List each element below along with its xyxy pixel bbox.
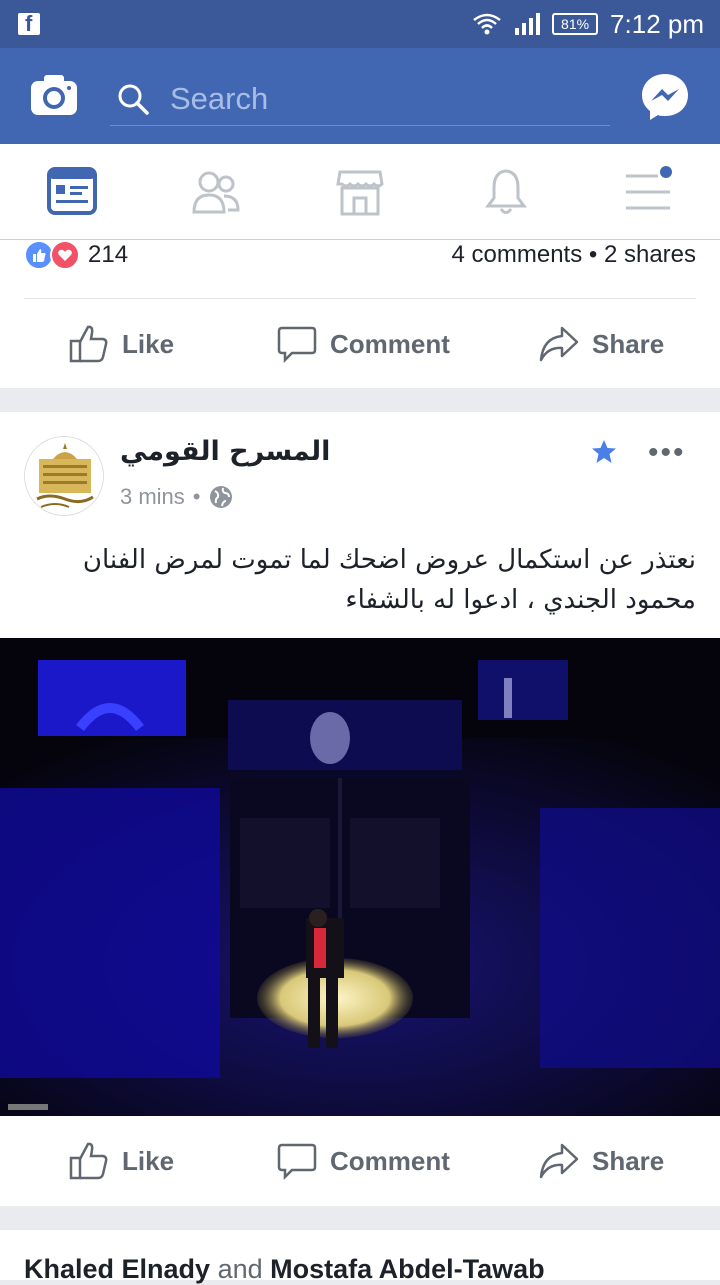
love-reaction-icon	[50, 240, 80, 270]
comment-icon	[277, 326, 317, 364]
post-text-line: نعتذر عن استكمال عروض اضحك لما تموت لمرض…	[82, 545, 696, 575]
news-feed-icon[interactable]	[46, 166, 98, 218]
comment-icon	[277, 1143, 317, 1181]
share-button[interactable]: Share	[538, 1116, 664, 1206]
comments-shares-count[interactable]: 4 comments • 2 shares	[452, 240, 697, 270]
menu-icon[interactable]	[622, 166, 674, 218]
share-icon	[539, 1143, 579, 1179]
meta-separator: •	[192, 484, 201, 509]
star-icon[interactable]	[590, 438, 618, 466]
more-options-icon[interactable]: •••	[648, 436, 686, 470]
marketplace-icon[interactable]	[334, 166, 386, 218]
comment-label: Comment	[330, 328, 450, 359]
share-icon	[539, 326, 579, 362]
reaction-count: 214	[88, 241, 129, 268]
facebook-icon: f	[18, 11, 40, 36]
comment-button[interactable]: Comment	[276, 1116, 450, 1206]
like-label: Like	[122, 1145, 175, 1176]
like-button[interactable]: Like	[68, 299, 174, 389]
post-time[interactable]: 3 mins	[120, 484, 185, 510]
search-icon	[118, 84, 149, 115]
share-button[interactable]: Share	[538, 299, 664, 389]
messenger-icon[interactable]	[640, 72, 690, 122]
battery-level: 81%	[561, 16, 590, 32]
like-icon	[69, 325, 108, 363]
camera-icon[interactable]	[30, 74, 78, 116]
page-name[interactable]: المسرح القومي	[120, 436, 330, 467]
like-button[interactable]: Like	[68, 1116, 174, 1206]
tab-bar	[0, 144, 720, 240]
share-label: Share	[592, 328, 665, 359]
post-card: المسرح القومي 3 mins • ••• نعتذر عن استك…	[0, 412, 720, 1206]
post-meta: 3 mins •	[120, 484, 233, 510]
post-actions: Like Comment Share	[0, 1116, 720, 1206]
page-avatar[interactable]	[24, 436, 104, 516]
like-label: Like	[122, 328, 175, 359]
status-indicators: 81% 7:12 pm	[472, 8, 704, 39]
notifications-icon[interactable]	[480, 166, 532, 218]
friends-icon[interactable]	[190, 166, 242, 218]
signal-icon	[515, 13, 541, 35]
post-card: Khaled Elnady and Mostafa Abdel-Tawab	[0, 1230, 720, 1284]
like-icon	[69, 1142, 108, 1180]
wifi-icon	[473, 13, 501, 35]
battery-icon: 81%	[552, 13, 599, 35]
reactions-summary[interactable]: 214	[24, 240, 128, 270]
globe-icon	[209, 486, 232, 508]
post-header: Khaled Elnady and Mostafa Abdel-Tawab	[24, 1254, 545, 1285]
top-bar: Search	[0, 48, 720, 144]
status-bar: f 81% 7:12 pm	[0, 0, 720, 48]
post-text: نعتذر عن استكمال عروض اضحك لما تموت لمرض…	[24, 540, 696, 620]
post-photo[interactable]	[0, 638, 720, 1116]
post-footer: 214 4 comments • 2 shares Like Comment S…	[0, 240, 720, 388]
post-text-line: محمود الجندي ، ادعوا له بالشفاء	[345, 585, 696, 615]
post-actions: Like Comment Share	[0, 299, 720, 389]
share-label: Share	[592, 1145, 665, 1176]
clock: 7:12 pm	[610, 8, 704, 39]
comment-button[interactable]: Comment	[276, 299, 450, 389]
search-placeholder: Search	[170, 80, 269, 116]
comment-label: Comment	[330, 1145, 450, 1176]
search-input[interactable]: Search	[110, 72, 610, 126]
